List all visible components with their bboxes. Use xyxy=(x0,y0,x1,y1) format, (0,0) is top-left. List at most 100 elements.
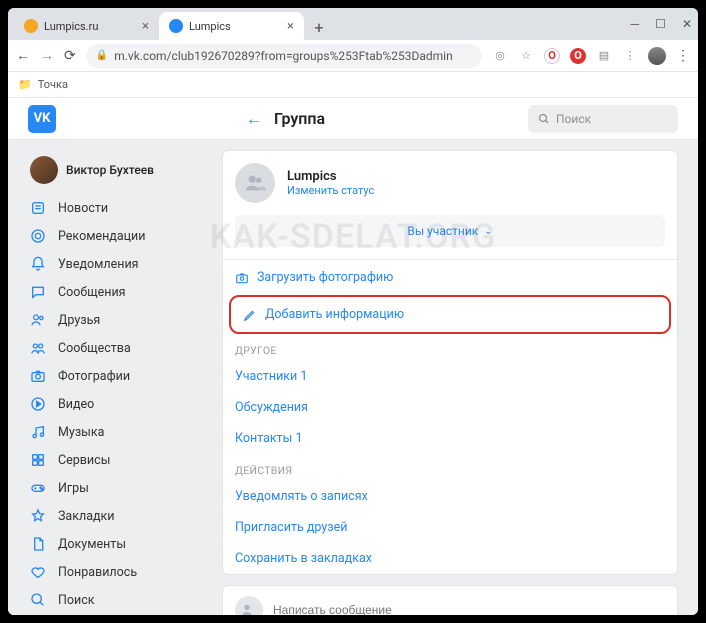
vk-header: VK ← Группа Поиск xyxy=(8,98,698,140)
msg-icon xyxy=(30,284,48,300)
bookmark-icon xyxy=(30,508,48,524)
address-bar: ← → ⟳ 🔒 m.vk.com/club192670289?from=grou… xyxy=(8,40,698,72)
sidebar-item-news[interactable]: Новости xyxy=(28,194,208,222)
sidebar-item-friends[interactable]: Друзья xyxy=(28,306,208,334)
nav-back-icon[interactable]: ← xyxy=(16,47,30,64)
window-close-icon[interactable]: ✕ xyxy=(682,17,692,31)
window-maximize-icon[interactable]: ☐ xyxy=(655,17,666,31)
members-link[interactable]: Участники 1 xyxy=(223,361,677,392)
sidebar-item-docs[interactable]: Документы xyxy=(28,530,208,558)
games-icon xyxy=(30,480,48,496)
sidebar-profile[interactable]: Виктор Бухтеев xyxy=(28,150,208,194)
bell-icon xyxy=(30,256,48,272)
group-status-link[interactable]: Изменить статус xyxy=(287,184,374,197)
friends-icon xyxy=(30,312,48,328)
profile-avatar-icon[interactable] xyxy=(648,47,666,65)
compose-input[interactable] xyxy=(273,603,665,615)
sidebar-item-search[interactable]: Поиск xyxy=(28,586,208,614)
chevron-down-icon: ⌄ xyxy=(484,226,492,237)
sidebar-item-bell[interactable]: Уведомления xyxy=(28,250,208,278)
group-name: Lumpics xyxy=(287,169,374,184)
search-placeholder: Поиск xyxy=(556,112,591,126)
extension-icon[interactable]: O xyxy=(544,48,560,64)
browser-menu-icon[interactable]: ⋮ xyxy=(676,48,690,64)
sidebar-item-groups[interactable]: Сообщества xyxy=(28,334,208,362)
section-label-other: ДРУГОЕ xyxy=(223,334,677,361)
nav-reload-icon[interactable]: ⟳ xyxy=(64,48,76,64)
sidebar-item-label: Сообщества xyxy=(58,341,131,356)
lock-icon: 🔒 xyxy=(96,50,108,61)
sidebar-item-games[interactable]: Игры xyxy=(28,474,208,502)
search-icon xyxy=(538,113,550,125)
sidebar-item-bookmark[interactable]: Закладки xyxy=(28,502,208,530)
groups-icon xyxy=(30,340,48,356)
url-text: m.vk.com/club192670289?from=groups%253Ft… xyxy=(114,49,453,63)
sidebar-item-music[interactable]: Музыка xyxy=(28,418,208,446)
sidebar-item-video[interactable]: Видео xyxy=(28,390,208,418)
new-tab-button[interactable]: + xyxy=(308,16,330,38)
services-icon xyxy=(30,452,48,468)
browser-tab[interactable]: Lumpics × xyxy=(159,12,304,40)
extension-icon[interactable]: ☆ xyxy=(518,48,534,64)
sidebar-item-services[interactable]: Сервисы xyxy=(28,446,208,474)
add-info-link[interactable]: Добавить информацию xyxy=(231,297,669,332)
upload-photo-link[interactable]: Загрузить фотографию xyxy=(223,260,677,295)
browser-tab[interactable]: Lumpics.ru × xyxy=(14,12,159,40)
back-arrow-icon[interactable]: ← xyxy=(246,109,262,129)
rec-icon xyxy=(30,228,48,244)
sidebar-item-label: Видео xyxy=(58,397,94,412)
extension-icon[interactable]: ▤ xyxy=(596,48,612,64)
page-content: KAK-SDELAT.ORG VK ← Группа Поиск Виктор … xyxy=(8,98,698,615)
nav-forward-icon: → xyxy=(40,47,54,64)
bookmark-item[interactable]: Точка xyxy=(38,78,68,91)
sidebar-item-label: Рекомендации xyxy=(58,229,145,244)
sidebar-item-label: Музыка xyxy=(58,425,104,440)
extension-icon[interactable]: O xyxy=(570,48,586,64)
sidebar-item-photo[interactable]: Фотографии xyxy=(28,362,208,390)
sidebar-item-rec[interactable]: Рекомендации xyxy=(28,222,208,250)
favicon-icon xyxy=(169,19,183,33)
folder-icon: 📁 xyxy=(18,78,32,91)
docs-icon xyxy=(30,536,48,552)
search-input[interactable]: Поиск xyxy=(528,105,678,133)
main-column: Lumpics Изменить статус Вы участник ⌄ xyxy=(222,150,678,615)
contacts-link[interactable]: Контакты 1 xyxy=(223,423,677,454)
compose-avatar-icon xyxy=(235,596,263,615)
search-icon xyxy=(30,592,48,608)
sidebar-item-label: Понравилось xyxy=(58,565,137,580)
photo-icon xyxy=(30,368,48,384)
membership-button[interactable]: Вы участник ⌄ xyxy=(235,215,665,247)
discussions-link[interactable]: Обсуждения xyxy=(223,392,677,423)
group-avatar-icon[interactable] xyxy=(235,163,275,203)
section-label-actions: ДЕЙСТВИЯ xyxy=(223,454,677,481)
news-icon xyxy=(30,200,48,216)
sidebar-item-msg[interactable]: Сообщения xyxy=(28,278,208,306)
tab-title: Lumpics xyxy=(189,20,231,33)
sidebar-item-like[interactable]: Понравилось xyxy=(28,558,208,586)
sidebar-item-label: Друзья xyxy=(58,313,100,328)
close-icon[interactable]: × xyxy=(142,19,149,34)
notify-link[interactable]: Уведомлять о записях xyxy=(223,481,677,512)
save-bookmark-link[interactable]: Сохранить в закладках xyxy=(223,543,677,574)
favicon-icon xyxy=(24,19,38,33)
extension-icon[interactable]: ⋮ xyxy=(622,48,638,64)
page-title: Группа xyxy=(274,109,325,128)
music-icon xyxy=(30,424,48,440)
extension-icon[interactable]: ◎ xyxy=(492,48,508,64)
browser-tab-bar: Lumpics.ru × Lumpics × + ─ ☐ ✕ xyxy=(8,8,698,40)
sidebar-item-label: Игры xyxy=(58,481,89,496)
invite-link[interactable]: Пригласить друзей xyxy=(223,512,677,543)
sidebar-item-label: Документы xyxy=(58,537,126,552)
close-icon[interactable]: × xyxy=(287,19,294,34)
camera-icon xyxy=(235,271,249,285)
pencil-icon xyxy=(243,308,257,322)
sidebar-item-label: Фотографии xyxy=(58,369,130,384)
vk-logo-icon[interactable]: VK xyxy=(28,105,56,133)
avatar-icon xyxy=(30,156,58,184)
sidebar-item-label: Закладки xyxy=(58,509,115,524)
compose-card xyxy=(222,585,678,615)
window-minimize-icon[interactable]: ─ xyxy=(631,17,640,31)
url-input[interactable]: 🔒 m.vk.com/club192670289?from=groups%253… xyxy=(86,44,482,68)
sidebar-item-label: Новости xyxy=(58,201,108,216)
sidebar-item-label: Сообщения xyxy=(58,285,126,300)
